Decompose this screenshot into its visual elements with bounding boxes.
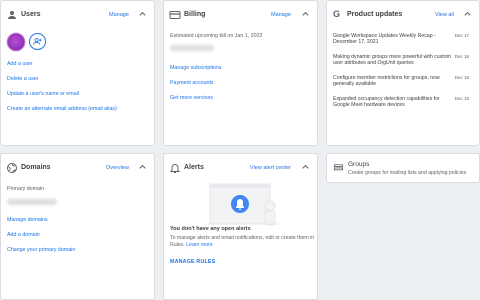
learn-more-link[interactable]: Learn more	[186, 242, 213, 248]
domains-overview-link[interactable]: Overview	[106, 165, 129, 171]
users-manage-link[interactable]: Manage	[109, 12, 129, 18]
chevron-up-icon[interactable]	[464, 11, 471, 17]
users-card: Users Manage Add a user Delete a user Up…	[0, 0, 155, 146]
update-user-link[interactable]: Update a user's name or email	[7, 91, 79, 97]
chevron-up-icon[interactable]	[139, 164, 146, 170]
avatar[interactable]	[7, 33, 25, 51]
email-alias-link[interactable]: Create an alternate email address (email…	[7, 106, 117, 112]
news-title[interactable]: Making dynamic groups more powerful with…	[333, 54, 455, 67]
redacted-amount	[170, 45, 214, 51]
credit-card-icon	[169, 11, 181, 19]
news-title[interactable]: Configure member restrictions for groups…	[333, 75, 455, 88]
groups-card[interactable]: Groups Create groups for mailing lists a…	[326, 153, 480, 183]
alerts-title: Alerts	[184, 164, 204, 171]
billing-estimate-text: Estimated upcoming bill on Jan 1, 2022	[170, 33, 263, 39]
redacted-domain	[7, 199, 57, 205]
news-item[interactable]: Google Workspace Updates Weekly Recap - …	[333, 33, 473, 53]
chevron-up-icon[interactable]	[139, 11, 146, 17]
alerts-header: Alerts View alert center	[164, 154, 317, 184]
domains-card: Domains Overview Primary domain Manage d…	[0, 153, 155, 300]
alerts-illustration	[204, 183, 284, 226]
billing-card: Billing Manage Estimated upcoming bill o…	[163, 0, 318, 146]
view-alert-center-link[interactable]: View alert center	[250, 165, 291, 171]
domains-title: Domains	[21, 164, 51, 171]
payment-accounts-link[interactable]: Payment accounts	[170, 80, 214, 86]
person-add-icon	[32, 38, 42, 45]
product-updates-card: G Product updates View all Google Worksp…	[326, 0, 480, 146]
users-title: Users	[21, 11, 41, 18]
alerts-card: Alerts View alert center You don't have …	[163, 153, 318, 300]
google-g-icon: G	[333, 9, 341, 19]
manage-subscriptions-link[interactable]: Manage subscriptions	[170, 65, 222, 71]
add-user-button[interactable]	[29, 33, 46, 50]
news-title[interactable]: Expanded occupancy detection capabilitie…	[333, 96, 455, 109]
alerts-description: To manage alerts and email notifications…	[170, 235, 316, 249]
news-item[interactable]: Configure member restrictions for groups…	[333, 75, 473, 95]
add-user-link[interactable]: Add a user	[7, 61, 33, 67]
billing-manage-link[interactable]: Manage	[271, 12, 291, 18]
billing-header: Billing Manage	[164, 1, 317, 31]
billing-title: Billing	[184, 11, 206, 18]
groups-subtitle: Create groups for mailing lists and appl…	[348, 170, 467, 176]
news-title[interactable]: Google Workspace Updates Weekly Recap - …	[333, 33, 455, 46]
delete-user-link[interactable]: Delete a user	[7, 76, 39, 82]
product-updates-title: Product updates	[347, 11, 403, 18]
news-date: Dec 16	[454, 54, 469, 59]
primary-domain-label: Primary domain	[7, 186, 45, 192]
domains-header: Domains Overview	[1, 154, 154, 184]
get-more-services-link[interactable]: Get more services	[170, 95, 213, 101]
news-date: Dec 16	[454, 75, 469, 80]
news-item[interactable]: Expanded occupancy detection capabilitie…	[333, 96, 473, 116]
news-date: Dec 15	[454, 96, 469, 101]
person-icon	[8, 11, 16, 19]
groups-title: Groups	[348, 161, 370, 168]
view-all-link[interactable]: View all	[435, 12, 454, 18]
chevron-up-icon[interactable]	[302, 164, 309, 170]
users-header: Users Manage	[1, 1, 154, 31]
product-updates-header: G Product updates View all	[327, 1, 479, 31]
change-primary-domain-link[interactable]: Change your primary domain	[7, 247, 75, 253]
manage-rules-button[interactable]: MANAGE RULES	[170, 259, 215, 265]
chevron-up-icon[interactable]	[302, 11, 309, 17]
news-date: Dec 17	[454, 33, 469, 38]
no-alerts-title: You don't have any open alerts	[170, 226, 251, 232]
manage-domains-link[interactable]: Manage domains	[7, 217, 48, 223]
globe-icon	[7, 163, 17, 173]
add-domain-link[interactable]: Add a domain	[7, 232, 40, 238]
bell-icon	[169, 164, 181, 173]
news-item[interactable]: Making dynamic groups more powerful with…	[333, 54, 473, 74]
groups-icon	[333, 164, 344, 171]
